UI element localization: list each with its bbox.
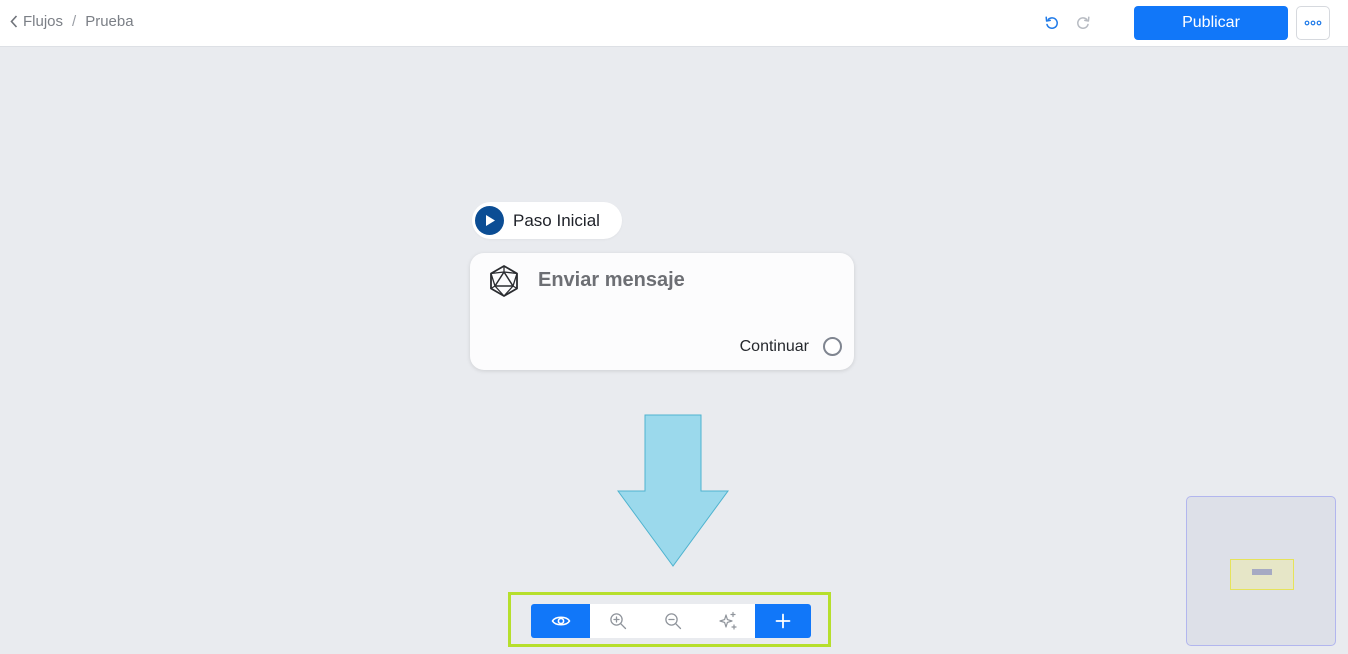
minimap-node bbox=[1252, 569, 1272, 575]
plus-icon bbox=[775, 613, 791, 629]
zoom-out-button[interactable] bbox=[645, 604, 700, 638]
more-horizontal-icon bbox=[1304, 20, 1322, 26]
breadcrumb: Flujos / Prueba bbox=[10, 13, 134, 30]
node-output-label: Continuar bbox=[739, 338, 809, 355]
flow-node-send-message[interactable]: Enviar mensaje Continuar bbox=[470, 253, 854, 370]
sparkles-icon bbox=[718, 611, 737, 630]
more-options-button[interactable] bbox=[1296, 6, 1330, 40]
node-title: Enviar mensaje bbox=[538, 269, 685, 291]
canvas-toolbar bbox=[531, 604, 811, 638]
breadcrumb-parent-link[interactable]: Flujos bbox=[10, 13, 63, 30]
start-step-label: Paso Inicial bbox=[513, 210, 600, 230]
preview-button[interactable] bbox=[531, 604, 590, 638]
top-bar: Flujos / Prueba Publicar bbox=[0, 0, 1348, 47]
polyhedron-icon bbox=[490, 265, 518, 297]
eye-icon bbox=[551, 616, 570, 626]
undo-icon bbox=[1045, 16, 1058, 29]
chevron-left-icon bbox=[10, 15, 18, 28]
annotation-down-arrow bbox=[617, 414, 729, 567]
zoom-in-button[interactable] bbox=[590, 604, 645, 638]
publish-button[interactable]: Publicar bbox=[1134, 6, 1288, 40]
breadcrumb-separator: / bbox=[72, 13, 77, 30]
zoom-in-icon bbox=[609, 613, 626, 630]
zoom-out-icon bbox=[664, 613, 681, 630]
undo-button[interactable] bbox=[1042, 13, 1062, 33]
start-step-badge[interactable]: Paso Inicial bbox=[472, 202, 622, 239]
redo-icon bbox=[1077, 16, 1090, 29]
auto-layout-button[interactable] bbox=[700, 604, 755, 638]
breadcrumb-current: Prueba bbox=[85, 13, 134, 30]
redo-button[interactable] bbox=[1073, 13, 1093, 33]
add-node-button[interactable] bbox=[755, 604, 811, 638]
node-output-handle[interactable] bbox=[823, 337, 842, 356]
play-icon bbox=[475, 206, 504, 235]
minimap[interactable] bbox=[1186, 496, 1336, 646]
breadcrumb-parent-label: Flujos bbox=[23, 13, 64, 30]
